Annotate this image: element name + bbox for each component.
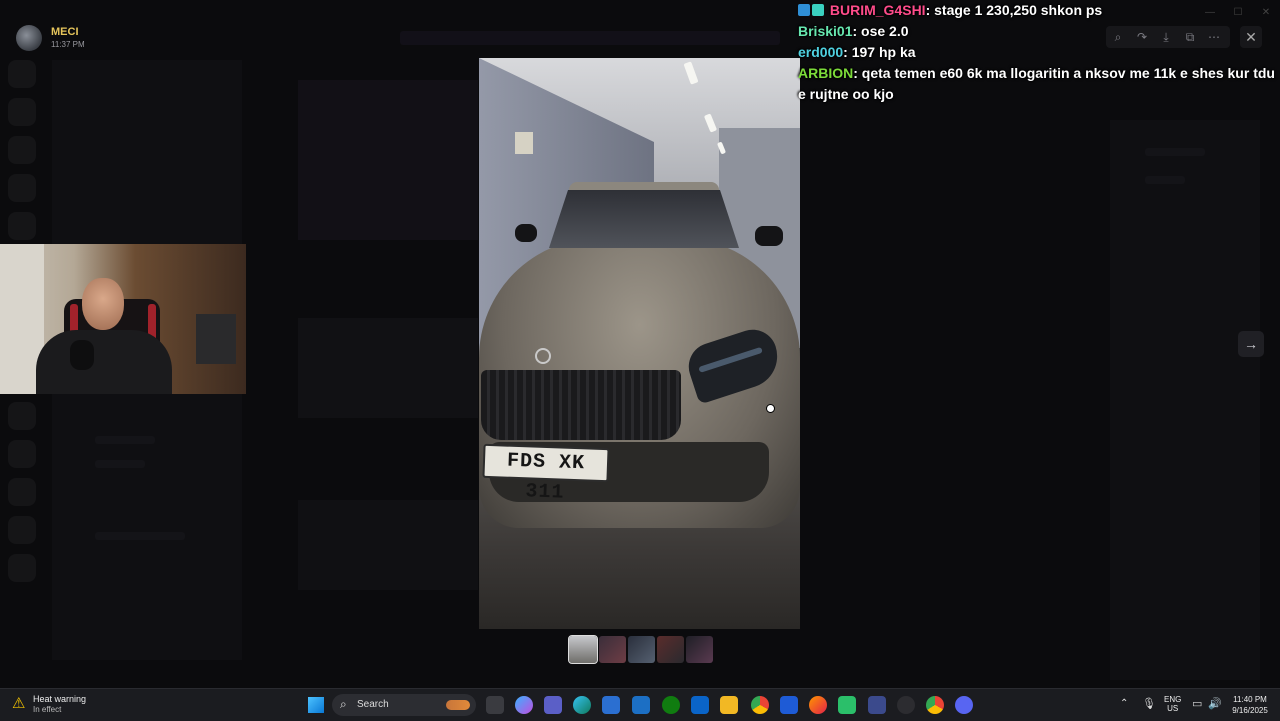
taskbar-search[interactable]: ⌕ Search bbox=[332, 694, 476, 716]
clock-date: 9/16/2025 bbox=[1232, 706, 1268, 715]
language-code: ENG bbox=[1164, 695, 1182, 704]
next-image-button[interactable]: → bbox=[1238, 331, 1264, 357]
search-icon: ⌕ bbox=[340, 697, 347, 711]
chat-text: : ose 2.0 bbox=[852, 23, 909, 39]
image-viewer-header: MECI 11:37 PM bbox=[0, 22, 800, 52]
chevron-up-icon[interactable]: ⌃ bbox=[1120, 698, 1128, 709]
store-icon[interactable] bbox=[602, 696, 620, 714]
mouse-cursor-icon bbox=[766, 404, 775, 413]
microphone-icon bbox=[70, 340, 94, 370]
chat-message: Briski01: ose 2.0 bbox=[796, 21, 1280, 42]
message-timestamp: 11:37 PM bbox=[51, 40, 85, 49]
outlook-icon[interactable] bbox=[691, 696, 709, 714]
webcam-overlay bbox=[0, 244, 246, 394]
chat-text: : qeta temen e60 6k ma llogaritin a nkso… bbox=[798, 65, 1275, 102]
region-code: US bbox=[1167, 704, 1179, 713]
copilot-icon[interactable] bbox=[515, 696, 533, 714]
warning-icon: ⚠ bbox=[12, 695, 26, 712]
arrow-right-icon: → bbox=[1244, 336, 1258, 352]
edge-icon[interactable] bbox=[573, 696, 591, 714]
firefox-icon[interactable] bbox=[809, 696, 827, 714]
author-name[interactable]: MECI bbox=[51, 26, 79, 38]
stream-chat-overlay: BURIM_G4SHI: stage 1 230,250 shkon ps Br… bbox=[796, 0, 1280, 105]
message-embed bbox=[298, 80, 478, 240]
ctr-app-icon[interactable] bbox=[780, 696, 798, 714]
xbox-icon[interactable] bbox=[662, 696, 680, 714]
search-label: Search bbox=[357, 699, 389, 710]
microphone-tray-icon[interactable]: 🎙 bbox=[1142, 697, 1156, 710]
thumbnail[interactable] bbox=[686, 636, 713, 663]
arrow-badge-icon bbox=[798, 4, 810, 16]
search-highlight-icon bbox=[446, 700, 470, 710]
message-embed bbox=[298, 318, 478, 418]
avatar[interactable] bbox=[16, 25, 42, 51]
thumbnail[interactable] bbox=[568, 635, 598, 664]
chat-username: ARBION bbox=[798, 65, 854, 81]
car-emblem-icon bbox=[535, 348, 551, 364]
language-indicator[interactable]: ENG US bbox=[1164, 695, 1181, 713]
network-volume-icons[interactable]: ▭🔊 bbox=[1192, 697, 1228, 710]
app-icon[interactable] bbox=[868, 696, 886, 714]
task-view-icon[interactable] bbox=[486, 696, 504, 714]
start-button[interactable] bbox=[308, 697, 324, 713]
chat-username: BURIM_G4SHI bbox=[829, 2, 926, 18]
obs-icon[interactable] bbox=[897, 696, 915, 714]
weather-title: Heat warning bbox=[33, 694, 87, 704]
windows-taskbar: ⚠ Heat warning In effect ⌕ Search ⌃ 🎙 EN… bbox=[0, 688, 1280, 721]
chat-username: erd000 bbox=[798, 44, 844, 60]
teams-icon[interactable] bbox=[544, 696, 562, 714]
chat-text: : stage 1 230,250 shkon ps bbox=[925, 2, 1103, 18]
member-list bbox=[1110, 120, 1260, 680]
weather-subtitle: In effect bbox=[33, 705, 62, 714]
file-explorer-icon[interactable] bbox=[720, 696, 738, 714]
thumbnail-strip bbox=[568, 635, 713, 664]
thumbnail[interactable] bbox=[599, 636, 626, 663]
chat-message: BURIM_G4SHI: stage 1 230,250 shkon ps bbox=[796, 0, 1280, 21]
chat-message: erd000: 197 hp ka bbox=[796, 42, 1280, 63]
notice-banner bbox=[400, 31, 780, 45]
chat-text: : 197 hp ka bbox=[843, 44, 916, 60]
game-launcher-icon[interactable] bbox=[838, 696, 856, 714]
notes-app-icon[interactable] bbox=[632, 696, 650, 714]
chrome-profile-icon[interactable] bbox=[926, 696, 944, 714]
chat-username: Briski01 bbox=[798, 23, 853, 39]
thumbnail[interactable] bbox=[628, 636, 655, 663]
chrome-icon[interactable] bbox=[751, 696, 769, 714]
viewed-image[interactable]: FDS XK 311 bbox=[479, 58, 800, 629]
taskbar-clock[interactable]: 11:40 PM 9/16/2025 bbox=[1226, 694, 1274, 716]
discord-icon[interactable] bbox=[955, 696, 973, 714]
clock-time: 11:40 PM bbox=[1233, 695, 1267, 704]
chat-message: ARBION: qeta temen e60 6k ma llogaritin … bbox=[796, 63, 1280, 105]
message-embed bbox=[298, 500, 478, 590]
thumbnail[interactable] bbox=[657, 636, 684, 663]
teal-badge-icon bbox=[812, 4, 824, 16]
license-plate: FDS XK 311 bbox=[482, 443, 610, 505]
